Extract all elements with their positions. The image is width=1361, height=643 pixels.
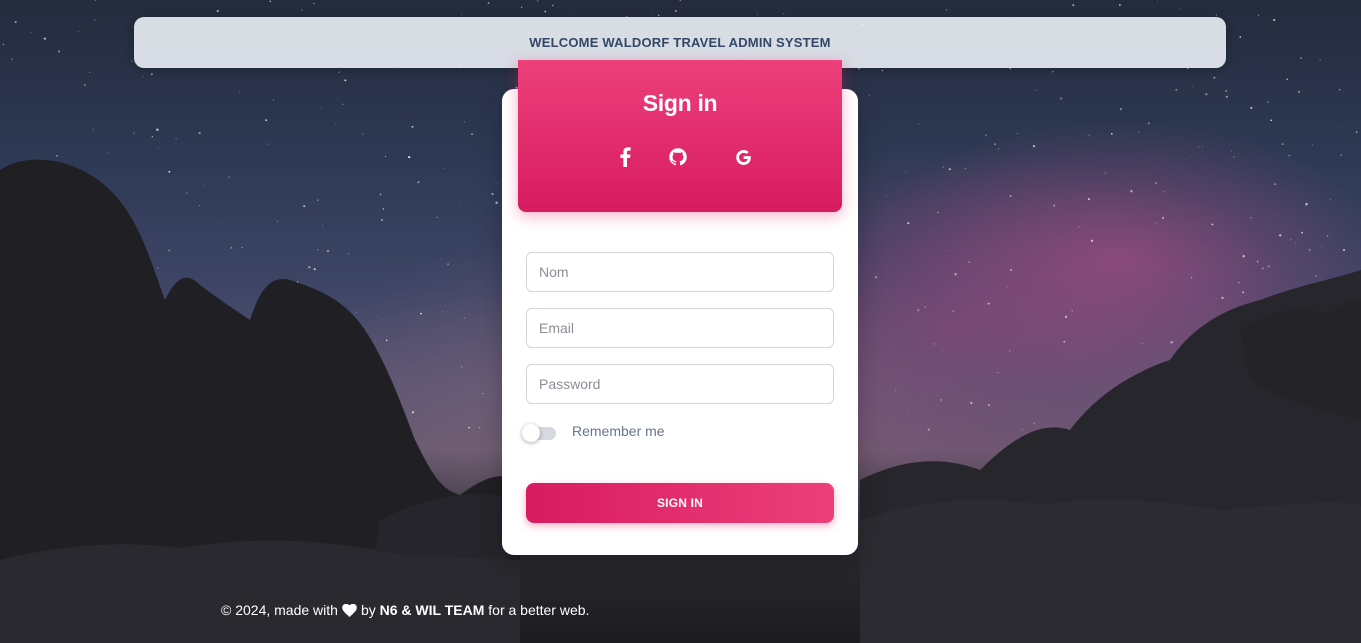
remember-me-label: Remember me — [572, 423, 665, 439]
footer-copyright: © 2024, made with — [221, 602, 338, 618]
footer-team-link[interactable]: N6 & WIL TEAM — [380, 602, 485, 618]
sign-in-button[interactable]: SIGN IN — [526, 483, 834, 523]
toggle-knob — [522, 424, 540, 442]
google-icon — [734, 148, 753, 167]
facebook-icon — [619, 147, 631, 167]
facebook-button[interactable] — [614, 146, 636, 168]
banner-title: WELCOME WALDORF TRAVEL ADMIN SYSTEM — [529, 35, 831, 50]
github-icon — [668, 147, 688, 167]
footer-tagline: for a better web. — [488, 602, 590, 618]
heart-icon — [342, 603, 357, 617]
remember-me-toggle[interactable] — [522, 424, 556, 442]
github-button[interactable] — [667, 146, 689, 168]
password-input[interactable] — [526, 364, 834, 404]
card-header: Sign in — [518, 60, 842, 212]
name-input[interactable] — [526, 252, 834, 292]
sign-in-title: Sign in — [642, 90, 718, 116]
google-button[interactable] — [732, 146, 754, 168]
email-input[interactable] — [526, 308, 834, 348]
footer-by: by — [360, 602, 376, 618]
footer: © 2024, made with by N6 & WIL TEAM for a… — [221, 602, 589, 618]
